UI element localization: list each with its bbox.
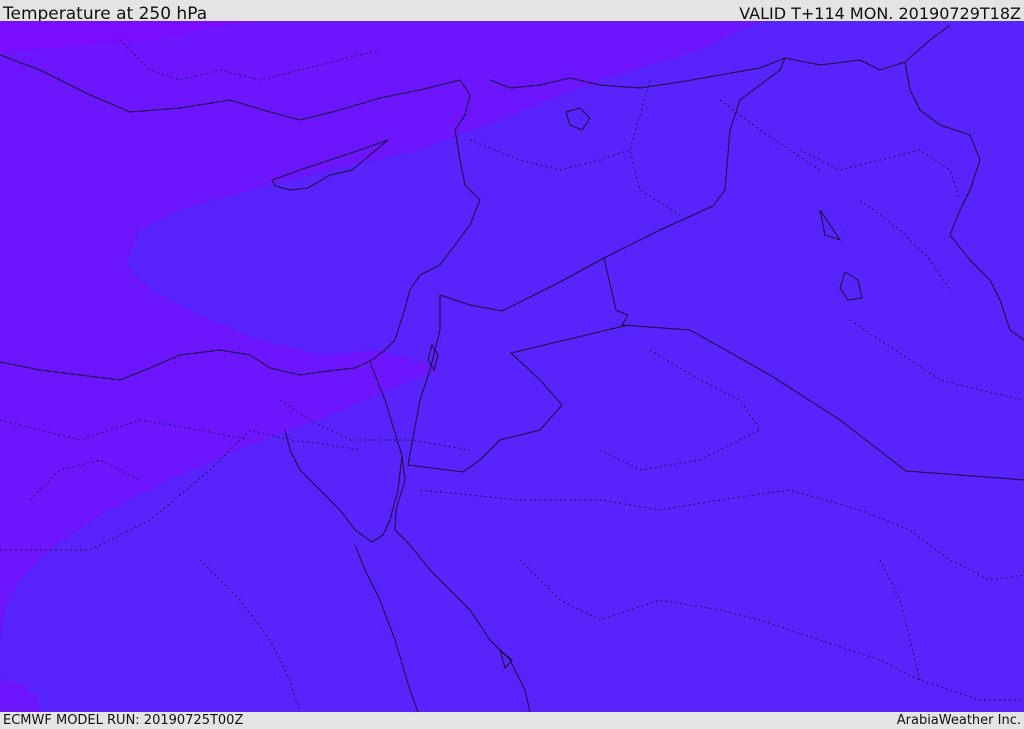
map-svg: [0, 21, 1024, 712]
model-run-label: ECMWF MODEL RUN: 20190725T00Z: [3, 713, 244, 728]
footer-bar: ECMWF MODEL RUN: 20190725T00Z ArabiaWeat…: [0, 712, 1024, 729]
header-bar: Temperature at 250 hPa VALID T+114 MON. …: [0, 0, 1024, 24]
weather-map[interactable]: [0, 21, 1024, 712]
credit-label: ArabiaWeather Inc.: [896, 713, 1021, 728]
